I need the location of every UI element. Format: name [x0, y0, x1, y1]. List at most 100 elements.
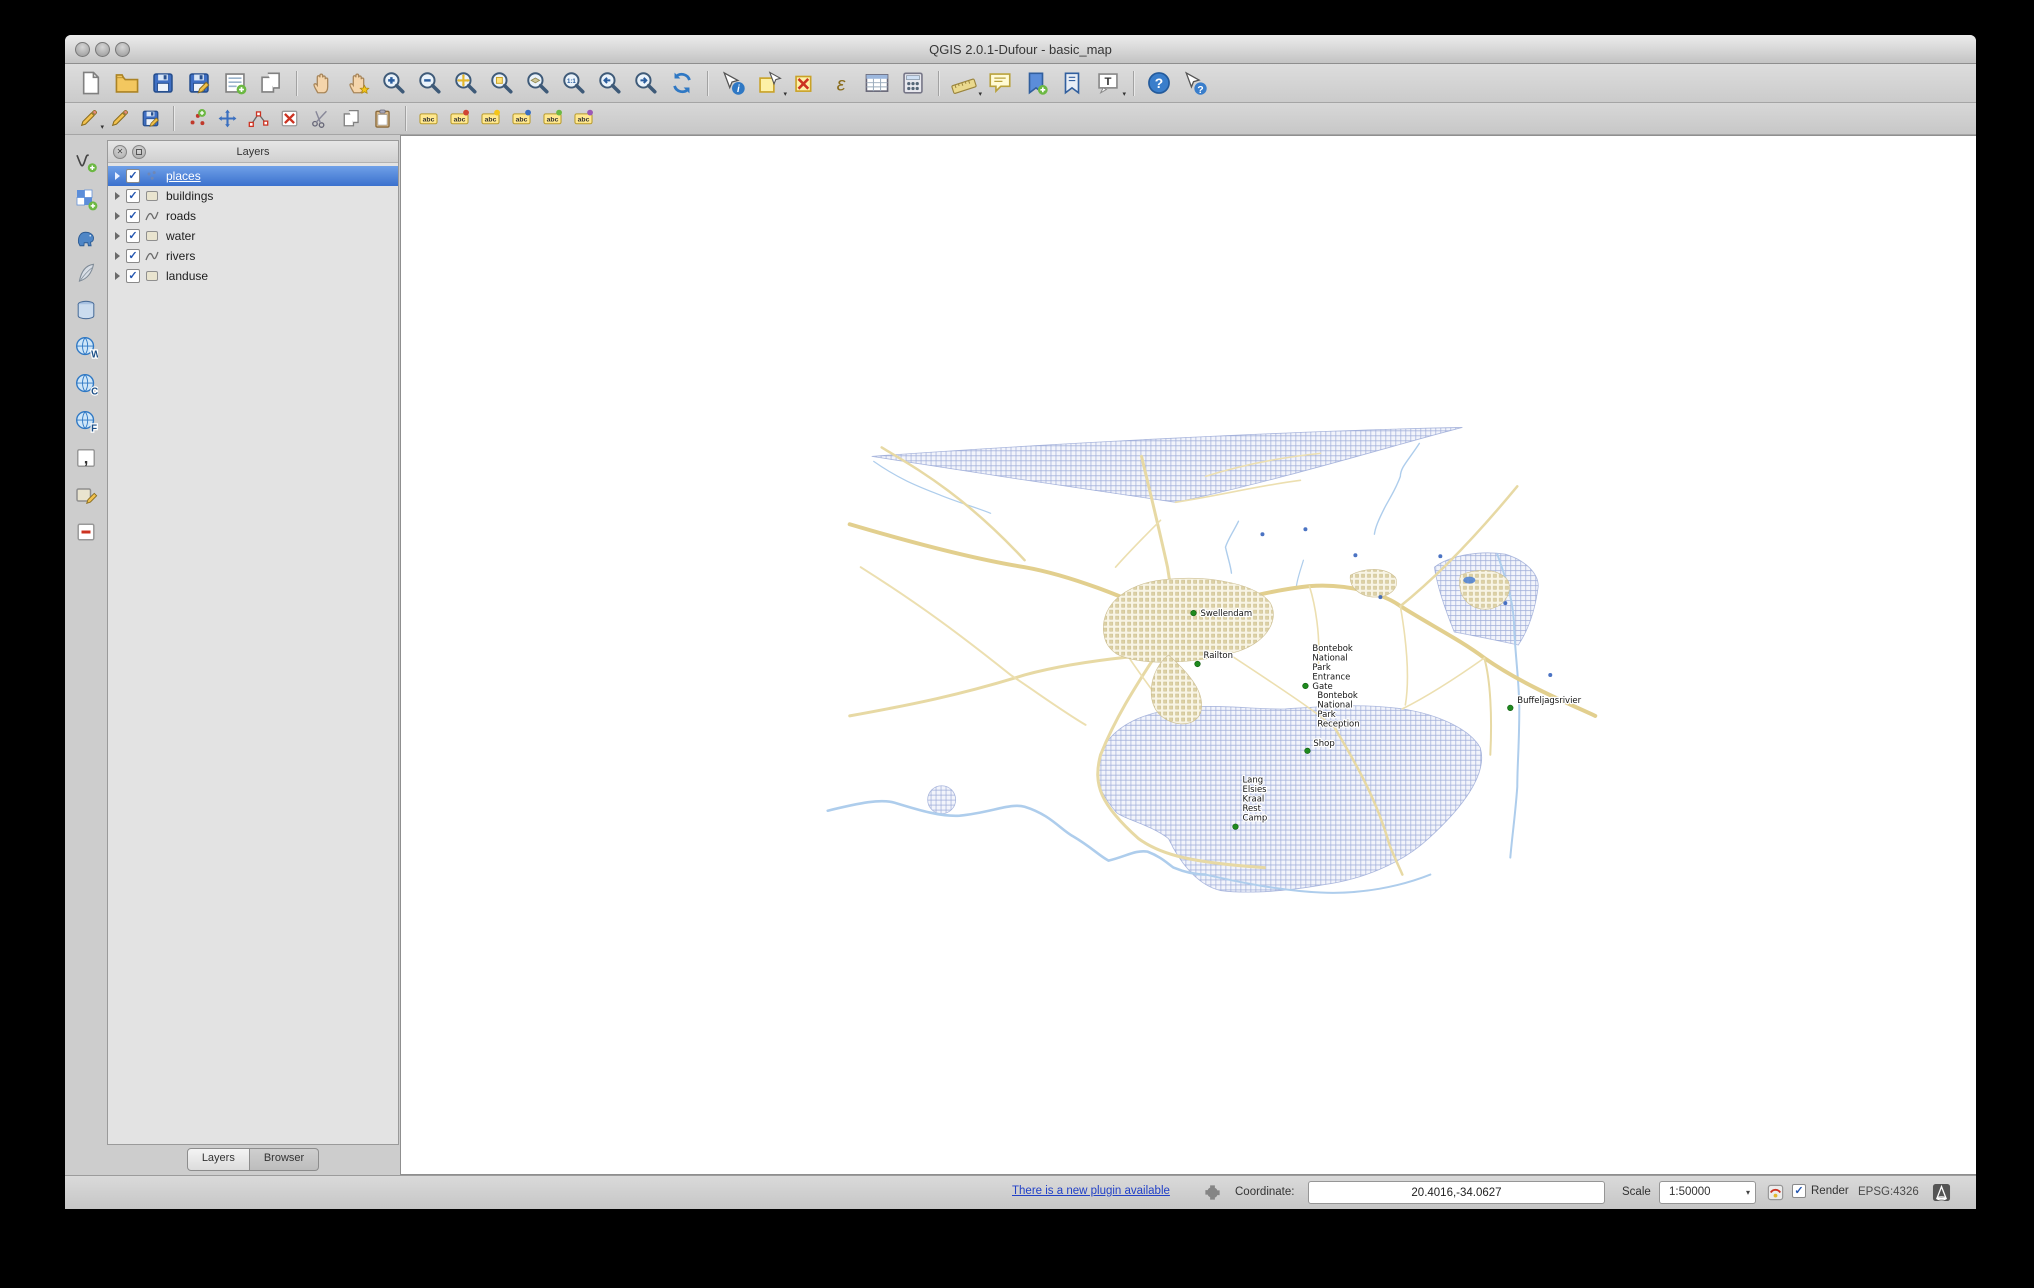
pencil-icon — [78, 108, 99, 129]
identify-features-button[interactable]: i — [715, 67, 751, 99]
coordinate-label: Coordinate: — [1235, 1186, 1294, 1198]
add-raster-layer-button[interactable] — [69, 184, 103, 214]
open-attribute-table-button[interactable] — [859, 67, 895, 99]
expander-icon[interactable] — [115, 272, 120, 280]
map-tips-button[interactable] — [982, 67, 1018, 99]
new-plugin-link[interactable]: There is a new plugin available — [1012, 1185, 1170, 1197]
expander-icon[interactable] — [115, 232, 120, 240]
highlight-pinned-labels-button[interactable]: abc — [475, 105, 506, 132]
crs-status-button[interactable] — [1931, 1182, 1952, 1203]
add-postgis-layer-button[interactable] — [69, 221, 103, 251]
layer-visibility-checkbox[interactable]: ✓ — [126, 169, 140, 183]
new-bookmark-button[interactable] — [1018, 67, 1054, 99]
panel-tab-layers[interactable]: Layers — [187, 1148, 250, 1171]
zoom-in-button[interactable] — [376, 67, 412, 99]
layer-visibility-checkbox[interactable]: ✓ — [126, 269, 140, 283]
refresh-map-button[interactable] — [664, 67, 700, 99]
select-by-expression-button[interactable]: ε — [823, 67, 859, 99]
svg-text:abc: abc — [454, 117, 466, 124]
add-delimited-text-button[interactable]: , — [69, 443, 103, 473]
new-project-button[interactable] — [73, 67, 109, 99]
whats-this-button[interactable]: ? — [1177, 67, 1213, 99]
plugin-icon[interactable] — [1203, 1183, 1222, 1202]
current-edits-button[interactable]: ▾ — [73, 105, 104, 132]
save-layer-edits-button[interactable] — [135, 105, 166, 132]
close-window-button[interactable] — [75, 42, 90, 57]
move-label-button[interactable]: abc — [506, 105, 537, 132]
panel-float-button[interactable] — [132, 145, 146, 159]
minimize-window-button[interactable] — [95, 42, 110, 57]
rotate-label-button[interactable]: abc — [537, 105, 568, 132]
save-project-as-button[interactable] — [181, 67, 217, 99]
layer-labeling-options-button[interactable]: abc — [413, 105, 444, 132]
title-bar[interactable]: QGIS 2.0.1-Dufour - basic_map — [65, 35, 1976, 64]
layer-item-rivers[interactable]: ✓rivers — [108, 246, 398, 266]
open-project-button[interactable] — [109, 67, 145, 99]
coordinate-input[interactable] — [1308, 1181, 1605, 1204]
layers-panel-header[interactable]: ✕ Layers — [108, 141, 398, 163]
layer-item-places[interactable]: ✓places — [108, 166, 398, 186]
map-canvas[interactable]: SwellendamRailtonBontebokNationalParkEnt… — [400, 135, 1976, 1175]
expander-icon[interactable] — [115, 212, 120, 220]
panel-close-button[interactable]: ✕ — [113, 145, 127, 159]
node-tool-button[interactable] — [243, 105, 274, 132]
add-feature-button[interactable] — [181, 105, 212, 132]
zoom-window-button[interactable] — [115, 42, 130, 57]
deselect-features-button[interactable] — [787, 67, 823, 99]
zoom-to-layer-button[interactable] — [520, 67, 556, 99]
new-shapefile-layer-button[interactable] — [69, 480, 103, 510]
save-project-button[interactable] — [145, 67, 181, 99]
layer-visibility-checkbox[interactable]: ✓ — [126, 189, 140, 203]
pin-labels-button[interactable]: abc — [444, 105, 475, 132]
scale-combo[interactable]: 1:50000 ▾ — [1659, 1181, 1756, 1204]
render-checkbox[interactable]: ✓ — [1792, 1184, 1806, 1198]
stop-render-button[interactable] — [1766, 1183, 1785, 1202]
text-annotation-button[interactable]: T▾ — [1090, 67, 1126, 99]
layer-item-roads[interactable]: ✓roads — [108, 206, 398, 226]
zoom-next-button[interactable] — [628, 67, 664, 99]
select-features-button[interactable]: ▾ — [751, 67, 787, 99]
delete-selected-button[interactable] — [274, 105, 305, 132]
panel-tabs: LayersBrowser — [107, 1148, 399, 1171]
move-feature-button[interactable] — [212, 105, 243, 132]
add-wcs-layer-button[interactable]: C — [69, 369, 103, 399]
zoom-full-button[interactable] — [448, 67, 484, 99]
layer-item-buildings[interactable]: ✓buildings — [108, 186, 398, 206]
help-contents-button[interactable]: ? — [1141, 67, 1177, 99]
add-wms-layer-button[interactable]: W — [69, 332, 103, 362]
add-spatialite-layer-button[interactable] — [69, 258, 103, 288]
add-mssql-layer-button[interactable] — [69, 295, 103, 325]
svg-text:abc: abc — [423, 117, 435, 124]
zoom-out-button[interactable] — [412, 67, 448, 99]
show-bookmarks-button[interactable] — [1054, 67, 1090, 99]
place-label: Railton — [1203, 650, 1232, 660]
panel-tab-browser[interactable]: Browser — [250, 1148, 319, 1171]
remove-layer-button[interactable] — [69, 517, 103, 547]
layer-item-water[interactable]: ✓water — [108, 226, 398, 246]
measure-button[interactable]: ▾ — [946, 67, 982, 99]
layer-item-landuse[interactable]: ✓landuse — [108, 266, 398, 286]
pan-map-button[interactable] — [304, 67, 340, 99]
new-print-composer-button[interactable] — [217, 67, 253, 99]
cut-features-button[interactable] — [305, 105, 336, 132]
zoom-last-button[interactable] — [592, 67, 628, 99]
zoom-to-selection-button[interactable] — [484, 67, 520, 99]
layer-visibility-checkbox[interactable]: ✓ — [126, 229, 140, 243]
field-calculator-button[interactable] — [895, 67, 931, 99]
zoom-native-button[interactable]: 1:1 — [556, 67, 592, 99]
paste-features-button[interactable] — [367, 105, 398, 132]
render-toggle[interactable]: ✓ Render — [1792, 1184, 1849, 1198]
add-vector-layer-button[interactable] — [69, 147, 103, 177]
clipboard-icon — [372, 108, 393, 129]
expander-icon[interactable] — [115, 192, 120, 200]
expander-icon[interactable] — [115, 252, 120, 260]
layer-visibility-checkbox[interactable]: ✓ — [126, 249, 140, 263]
copy-features-button[interactable] — [336, 105, 367, 132]
change-label-button[interactable]: abc — [568, 105, 599, 132]
layer-visibility-checkbox[interactable]: ✓ — [126, 209, 140, 223]
pan-to-selection-button[interactable] — [340, 67, 376, 99]
toggle-editing-button[interactable] — [104, 105, 135, 132]
expander-icon[interactable] — [115, 172, 120, 180]
composer-manager-button[interactable] — [253, 67, 289, 99]
add-wfs-layer-button[interactable]: F — [69, 406, 103, 436]
